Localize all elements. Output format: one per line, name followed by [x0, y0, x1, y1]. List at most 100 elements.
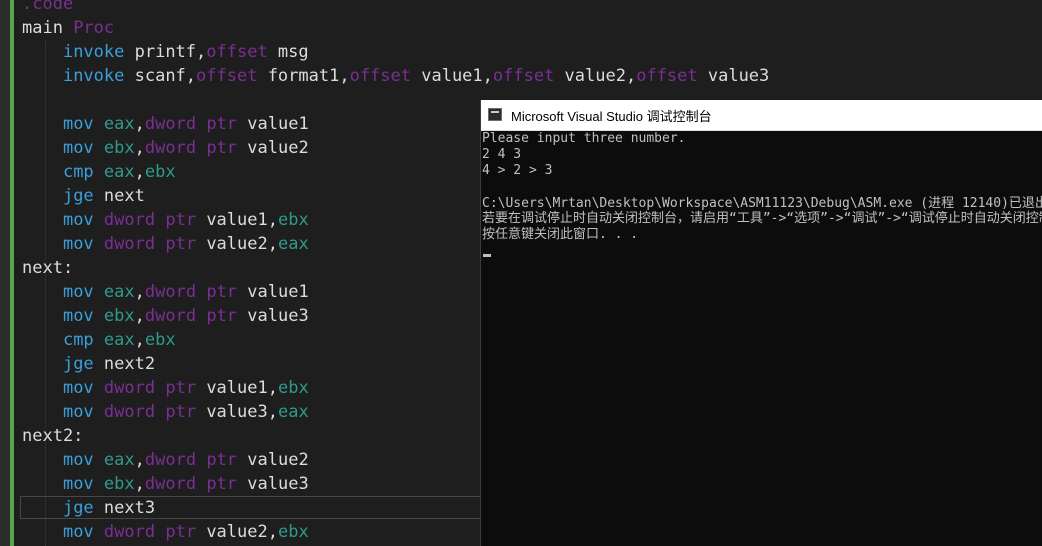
- code-line[interactable]: mov ebx,dword ptr value3: [22, 472, 309, 496]
- console-app-icon: [488, 108, 502, 121]
- code-token: ebx: [277, 378, 309, 398]
- code-line[interactable]: next2:: [22, 424, 83, 448]
- code-token: ptr: [165, 378, 197, 398]
- code-token: offset: [492, 66, 555, 86]
- code-line[interactable]: .code: [22, 0, 73, 16]
- code-line[interactable]: main Proc: [22, 16, 114, 40]
- code-token: offset: [206, 42, 268, 62]
- code-line[interactable]: mov eax,dword ptr value2: [22, 448, 309, 472]
- code-token: msg: [267, 42, 309, 62]
- code-token: ,: [134, 282, 145, 302]
- console-line: C:\Users\Mrtan\Desktop\Workspace\ASM1112…: [482, 196, 1042, 211]
- code-token: eax: [103, 162, 135, 182]
- code-token: dword: [103, 378, 156, 398]
- code-line[interactable]: mov dword ptr value1,ebx: [22, 376, 309, 400]
- console-line: 4 > 2 > 3: [482, 163, 553, 178]
- code-token: value3: [237, 474, 309, 494]
- code-token: cmp: [62, 162, 94, 182]
- code-token: invoke: [62, 66, 125, 86]
- code-token: value1,: [196, 378, 278, 398]
- code-token: format1,: [257, 66, 350, 86]
- debug-console-window[interactable]: Microsoft Visual Studio 调试控制台 Please inp…: [480, 100, 1042, 546]
- code-token: value1: [237, 114, 309, 134]
- code-token: ,: [134, 330, 145, 350]
- code-line[interactable]: cmp eax,ebx: [22, 160, 176, 184]
- code-token: dword: [144, 282, 197, 302]
- code-token: dword: [144, 306, 197, 326]
- code-line[interactable]: mov eax,dword ptr value1: [22, 280, 309, 304]
- code-line[interactable]: next:: [22, 256, 73, 280]
- code-line[interactable]: invoke printf,offset msg: [22, 40, 309, 64]
- code-token: offset: [349, 66, 411, 86]
- code-token: value1,: [196, 210, 278, 230]
- code-token: jge: [62, 498, 94, 518]
- code-token: dword: [103, 210, 156, 230]
- console-output[interactable]: Please input three number. 2 4 3 4 > 2 >…: [482, 131, 1042, 546]
- code-line[interactable]: jge next: [22, 184, 145, 208]
- code-token: value1,: [411, 66, 493, 86]
- code-token: value3,: [196, 402, 278, 422]
- code-line[interactable]: cmp eax,ebx: [22, 328, 176, 352]
- code-token: dword: [144, 114, 197, 134]
- code-token: mov: [62, 306, 94, 326]
- code-line[interactable]: mov dword ptr value3,eax: [22, 400, 309, 424]
- code-token: dword: [144, 474, 197, 494]
- code-line[interactable]: mov ebx,dword ptr value2: [22, 136, 309, 160]
- code-token: main: [22, 18, 74, 38]
- code-line[interactable]: mov ebx,dword ptr value3: [22, 304, 309, 328]
- code-line[interactable]: mov dword ptr value2,eax: [22, 232, 309, 256]
- code-token: offset: [636, 66, 698, 86]
- code-token: eax: [103, 114, 135, 134]
- code-token: cmp: [62, 330, 94, 350]
- code-token: value2: [237, 450, 309, 470]
- code-token: next: [93, 186, 145, 206]
- code-token: scanf,: [124, 66, 197, 86]
- code-token: dword: [144, 450, 197, 470]
- code-token: mov: [62, 282, 94, 302]
- code-token: value1: [237, 282, 309, 302]
- code-line[interactable]: mov dword ptr value2,ebx: [22, 520, 309, 544]
- console-title-bar[interactable]: Microsoft Visual Studio 调试控制台: [481, 100, 1042, 131]
- code-line[interactable]: mov dword ptr value1,ebx: [22, 208, 309, 232]
- change-tracking-bar: [10, 0, 14, 546]
- code-line[interactable]: jge next2: [22, 352, 155, 376]
- code-token: ,: [134, 474, 145, 494]
- code-token: ebx: [103, 474, 135, 494]
- code-line[interactable]: mov eax,dword ptr value1: [22, 112, 309, 136]
- code-token: ,: [134, 306, 145, 326]
- code-token: ptr: [206, 114, 238, 134]
- console-line: 按任意键关闭此窗口. . .: [482, 227, 639, 242]
- code-token: ptr: [165, 234, 197, 254]
- code-token: eax: [103, 282, 135, 302]
- code-token: ebx: [277, 210, 309, 230]
- code-token: eax: [277, 234, 309, 254]
- code-token: ebx: [277, 522, 309, 542]
- code-token: next2:: [22, 426, 84, 446]
- code-line[interactable]: jge next3: [22, 496, 155, 520]
- code-line[interactable]: invoke scanf,offset format1,offset value…: [22, 64, 769, 88]
- code-token: ptr: [165, 522, 197, 542]
